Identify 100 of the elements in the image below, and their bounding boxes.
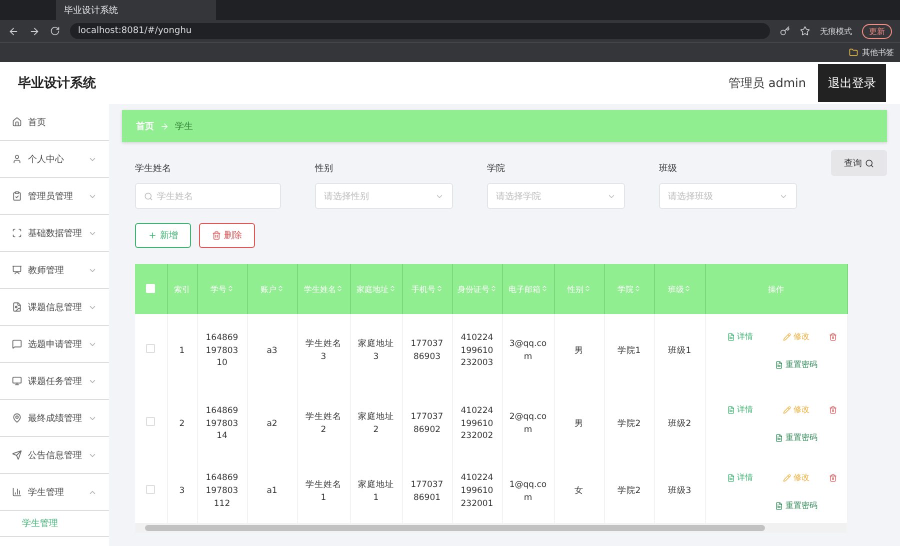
reset-password-link[interactable]: 重置密码 bbox=[775, 432, 818, 444]
profile-label: 无痕模式 bbox=[820, 26, 852, 36]
sidebar-item[interactable]: 公告信息管理 bbox=[0, 437, 109, 474]
column-header[interactable]: 班级 bbox=[654, 264, 705, 314]
delete-icon[interactable] bbox=[828, 406, 836, 414]
column-header[interactable]: 身份证号 bbox=[452, 264, 502, 314]
menu-icon bbox=[12, 413, 22, 423]
select-field[interactable]: 请选择班级 bbox=[659, 183, 797, 209]
sidebar-item[interactable]: 选题申请管理 bbox=[0, 326, 109, 363]
row-checkbox[interactable] bbox=[146, 484, 156, 494]
sidebar-item[interactable]: 教师管理 bbox=[0, 252, 109, 289]
row-checkbox[interactable] bbox=[146, 344, 156, 354]
browser-tab[interactable]: 毕业设计系统 bbox=[56, 0, 216, 20]
breadcrumb-link[interactable]: 首页 bbox=[136, 120, 154, 132]
sidebar-item[interactable]: 最终成绩管理 bbox=[0, 400, 109, 437]
select-field[interactable]: 请选择性别 bbox=[315, 183, 453, 209]
sidebar-item[interactable]: 课题信息管理 bbox=[0, 289, 109, 326]
delete-icon[interactable] bbox=[828, 333, 836, 341]
column-header[interactable]: 性别 bbox=[554, 264, 604, 314]
sidebar-item[interactable]: 个人中心 bbox=[0, 141, 109, 178]
sort-icon bbox=[388, 284, 396, 292]
sidebar-item[interactable]: 学生管理 bbox=[0, 474, 109, 511]
table-cell: 学生姓名2 bbox=[297, 388, 350, 460]
menu-icon bbox=[12, 450, 22, 460]
menu-icon bbox=[12, 228, 22, 238]
document-icon bbox=[775, 434, 784, 442]
column-header[interactable]: 学生姓名 bbox=[297, 264, 350, 314]
address-bar[interactable]: localhost:8081/#/yonghu bbox=[70, 23, 770, 39]
table-cell: 学院2 bbox=[604, 388, 654, 460]
table-cell: 家庭地址2 bbox=[350, 388, 402, 460]
column-header[interactable]: 电子邮箱 bbox=[502, 264, 554, 314]
update-button[interactable]: 更新 bbox=[862, 24, 892, 38]
add-button[interactable]: 新增 bbox=[135, 223, 191, 248]
pencil-icon bbox=[783, 333, 792, 341]
table-cell: 学院1 bbox=[604, 314, 654, 388]
horizontal-scrollbar[interactable] bbox=[135, 523, 847, 533]
column-header[interactable]: 手机号 bbox=[402, 264, 452, 314]
menu-icon bbox=[12, 117, 22, 127]
pencil-icon bbox=[783, 474, 792, 482]
table-cell: a2 bbox=[247, 388, 297, 460]
sidebar-item[interactable]: 首页 bbox=[0, 104, 109, 141]
table-cell: 16486919780310 bbox=[197, 314, 247, 388]
sidebar-item[interactable]: 管理员管理 bbox=[0, 178, 109, 215]
sort-icon bbox=[584, 284, 590, 292]
menu-icon bbox=[12, 265, 22, 275]
sort-icon bbox=[634, 284, 640, 292]
column-header[interactable]: 家庭地址 bbox=[350, 264, 402, 314]
document-icon bbox=[775, 502, 784, 510]
bookmark-folder[interactable]: 其他书签 bbox=[862, 47, 894, 58]
pencil-icon bbox=[783, 406, 792, 414]
column-header: 操作 bbox=[705, 264, 847, 314]
back-icon[interactable] bbox=[8, 26, 19, 36]
reload-icon[interactable] bbox=[50, 26, 60, 36]
star-icon[interactable] bbox=[800, 26, 810, 36]
sort-icon bbox=[490, 284, 496, 292]
sort-icon bbox=[684, 284, 691, 292]
table-cell: 男 bbox=[554, 314, 604, 388]
logout-button[interactable]: 退出登录 bbox=[818, 64, 886, 102]
sort-icon bbox=[436, 284, 442, 292]
filter-label: 学生姓名 bbox=[135, 162, 172, 175]
sidebar-item[interactable]: 基础数据管理 bbox=[0, 215, 109, 252]
delete-icon[interactable] bbox=[828, 474, 836, 482]
table-cell: 1 bbox=[167, 314, 197, 388]
table-cell: 班级1 bbox=[654, 314, 705, 388]
sort-icon bbox=[336, 284, 343, 292]
key-icon bbox=[780, 26, 790, 36]
select-field[interactable]: 请选择学院 bbox=[487, 183, 625, 209]
select-all-checkbox[interactable] bbox=[146, 284, 156, 292]
folder-icon bbox=[849, 48, 858, 57]
detail-link[interactable]: 详情 bbox=[726, 404, 753, 416]
table-cell: 2 bbox=[167, 388, 197, 460]
reset-password-link[interactable]: 重置密码 bbox=[775, 359, 818, 371]
column-header[interactable]: 账户 bbox=[247, 264, 297, 314]
document-icon bbox=[775, 361, 784, 369]
column-header[interactable]: 学号 bbox=[197, 264, 247, 314]
query-button[interactable]: 查询 bbox=[831, 150, 887, 176]
search-icon bbox=[144, 192, 153, 200]
forward-icon[interactable] bbox=[29, 26, 40, 36]
sidebar-item[interactable]: 课题任务管理 bbox=[0, 363, 109, 400]
detail-link[interactable]: 详情 bbox=[726, 331, 753, 343]
edit-link[interactable]: 修改 bbox=[783, 331, 810, 343]
table-cell: 17703786902 bbox=[402, 388, 452, 460]
sort-icon bbox=[276, 284, 284, 292]
table-cell: 410224199610232002 bbox=[452, 388, 502, 460]
table-cell: 3@qq.com bbox=[502, 314, 554, 388]
document-icon bbox=[726, 474, 735, 482]
edit-link[interactable]: 修改 bbox=[783, 404, 810, 416]
detail-link[interactable]: 详情 bbox=[726, 472, 753, 484]
menu-icon bbox=[12, 191, 22, 201]
sidebar-subitem[interactable]: 学生管理 bbox=[0, 511, 109, 537]
reset-password-link[interactable]: 重置密码 bbox=[775, 500, 818, 512]
edit-link[interactable]: 修改 bbox=[783, 472, 810, 484]
search-field[interactable]: 学生姓名 bbox=[135, 183, 281, 209]
table-cell: 班级2 bbox=[654, 388, 705, 460]
row-checkbox[interactable] bbox=[146, 417, 156, 426]
column-header[interactable]: 学院 bbox=[604, 264, 654, 314]
delete-button[interactable]: 删除 bbox=[199, 223, 255, 248]
app-title: 毕业设计系统 bbox=[18, 74, 97, 92]
menu-icon bbox=[12, 154, 22, 164]
table-cell: 家庭地址3 bbox=[350, 314, 402, 388]
